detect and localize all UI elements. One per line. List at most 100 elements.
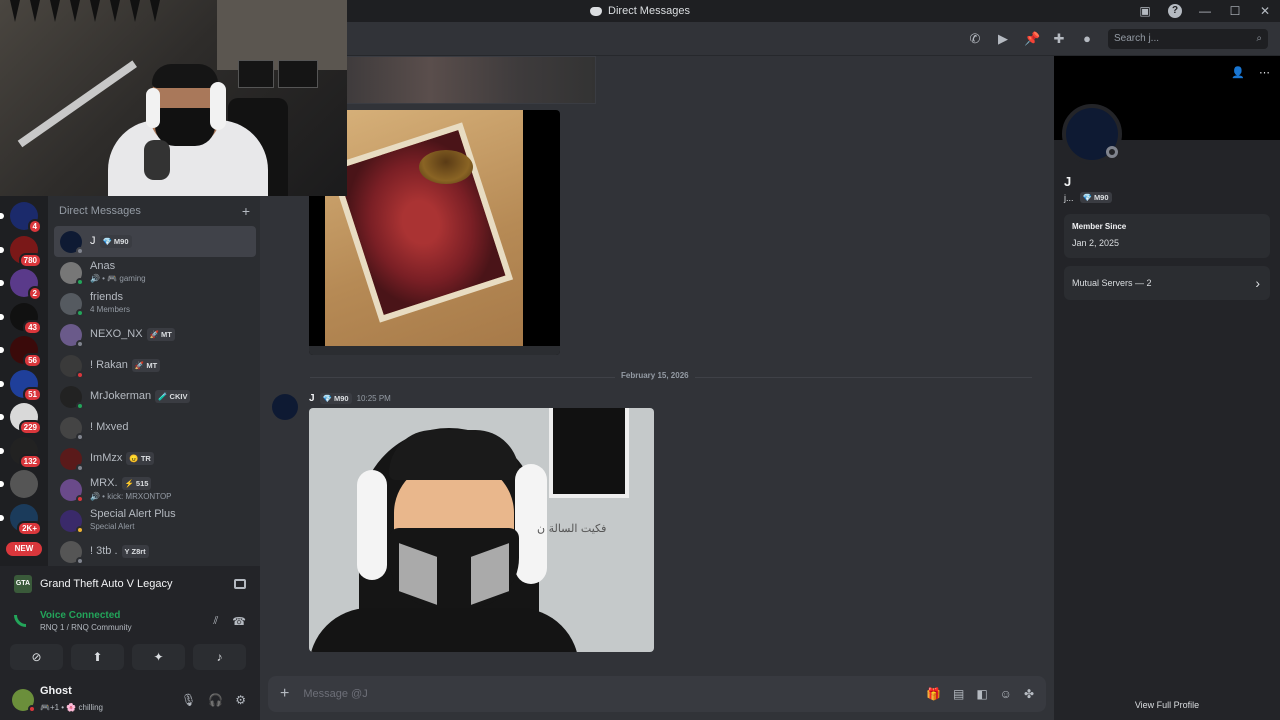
avatar (60, 323, 84, 348)
server-icon[interactable]: 132 (0, 436, 42, 469)
avatar (60, 478, 84, 503)
message-avatar[interactable] (272, 394, 298, 420)
dm-subtitle: 4 Members (90, 305, 131, 314)
avatar (60, 416, 84, 441)
activities-button[interactable]: ✦ (132, 644, 185, 670)
server-icon[interactable]: 2K+ (0, 503, 42, 536)
screen-share-button[interactable]: ⬆ (71, 644, 124, 670)
server-icon[interactable]: 4 (0, 202, 42, 234)
stream-icon[interactable] (234, 579, 246, 589)
more-options-icon[interactable]: ⋯ (1259, 66, 1270, 79)
unread-indicator (0, 313, 4, 320)
dm-header: Direct Messages + (48, 196, 260, 226)
video-call-icon[interactable]: ▶ (996, 31, 1010, 47)
user-profile-icon[interactable]: ● (1080, 31, 1094, 46)
date-divider: February 15, 2026 (310, 371, 1032, 380)
status-dot (76, 308, 84, 317)
screen-share-icon[interactable]: ▣ (1130, 4, 1160, 18)
gif-icon[interactable]: ▤ (953, 687, 964, 701)
mutual-servers-button[interactable]: Mutual Servers — 2 › (1064, 266, 1270, 300)
dm-item[interactable]: ImMzx 😠 TR (54, 443, 256, 474)
maximize-button[interactable]: ☐ (1220, 4, 1250, 18)
headphones-icon[interactable]: 🎧 (208, 693, 223, 707)
server-icon[interactable]: 780 (0, 235, 42, 268)
window-title: Direct Messages (590, 5, 690, 17)
soundboard-button[interactable]: ♪ (193, 644, 246, 670)
dm-item[interactable]: Anas 🔊 • 🎮 gaming (54, 257, 256, 288)
gift-icon[interactable]: 🎁 (926, 687, 941, 701)
gear-icon[interactable]: ⚙ (235, 693, 246, 707)
image-attachment-portrait[interactable]: فكيت السالة ن (309, 408, 654, 652)
server-icon[interactable]: 43 (0, 302, 42, 335)
search-input[interactable]: Search j... ⌕ (1108, 28, 1268, 49)
dm-item[interactable]: NEXO_NX 🚀 MT (54, 319, 256, 350)
window-title-text: Direct Messages (608, 5, 690, 17)
disconnect-icon[interactable]: ☎ (232, 615, 246, 628)
profile-tag: 💎 M90 (1079, 192, 1112, 203)
user-avatar[interactable] (12, 689, 36, 713)
message-header: J 💎 M90 10:25 PM (309, 393, 391, 404)
add-friends-icon[interactable]: ✚ (1052, 31, 1066, 47)
image-attachment-top[interactable] (340, 56, 596, 104)
emoji-icon[interactable]: ☺ (1000, 687, 1012, 701)
dm-item[interactable]: ! Mxved (54, 412, 256, 443)
server-icon[interactable]: 229 (0, 403, 42, 435)
chat-toolbar: ✆ ▶ 📌 ✚ ● Search j... ⌕ (347, 22, 1280, 56)
new-pill[interactable]: NEW (6, 542, 42, 556)
voice-channel[interactable]: RNQ 1 / RNQ Community (40, 623, 132, 632)
voice-call-icon[interactable]: ✆ (968, 31, 982, 47)
server-icon[interactable]: 51 (0, 369, 42, 402)
help-icon[interactable]: ? (1168, 4, 1182, 18)
dm-item[interactable]: J 💎 M90 (54, 226, 256, 257)
unread-indicator (0, 213, 4, 219)
profile-status-dot (1106, 146, 1118, 158)
dm-item[interactable]: MRX. ⚡ 515 🔊 • kick: MRXONTOP (54, 474, 256, 505)
dm-item[interactable]: MrJokerman 🧪 CKIV (54, 381, 256, 412)
dm-item[interactable]: friends 4 Members (54, 288, 256, 319)
create-dm-button[interactable]: + (242, 203, 250, 219)
minimize-button[interactable]: — (1190, 4, 1220, 18)
unread-indicator (0, 514, 4, 521)
dm-name: ImMzx (90, 452, 123, 464)
status-dot (76, 246, 84, 255)
profile-panel: 👤 ⋯ J j... 💎 M90 Member Since Jan 2, 202… (1054, 56, 1280, 720)
avatar (60, 292, 84, 317)
dm-subtitle: 🔊 • kick: MRXONTOP (90, 492, 172, 501)
unread-indicator (0, 380, 4, 387)
user-panel: Ghost 🎮+1 • 🌸 chilling 🎙 🎧 ⚙ (0, 680, 260, 720)
dm-item[interactable]: ! Rakan 🚀 MT (54, 350, 256, 381)
noise-suppression-icon[interactable]: ⫽ (213, 615, 218, 628)
clan-tag: 🚀 MT (146, 328, 175, 341)
composer-placeholder: Message @J (303, 688, 368, 700)
dm-item[interactable]: ! 3tb .Y Z8rt (54, 536, 256, 566)
pin-icon[interactable]: 📌 (1024, 31, 1040, 47)
clan-tag: 🧪 CKIV (155, 390, 191, 403)
game-activity[interactable]: GTA Grand Theft Auto V Legacy (0, 566, 260, 602)
microphone-icon[interactable]: 🎙 (181, 693, 196, 707)
mention-badge: 4 (27, 219, 42, 234)
sticker-icon[interactable]: ◧ (976, 687, 987, 701)
dm-item[interactable]: Special Alert Plus Special Alert (54, 505, 256, 536)
signal-icon[interactable] (14, 615, 26, 627)
dm-name: MRX. (90, 477, 118, 489)
clan-tag: ⚡ 515 (121, 477, 152, 490)
mention-badge: 43 (23, 319, 42, 335)
voice-connected: Voice Connected RNQ 1 / RNQ Community ⫽ … (0, 602, 260, 640)
apps-icon[interactable]: ✤ (1024, 687, 1034, 701)
avatar (60, 261, 84, 286)
dm-name: J (90, 235, 96, 247)
close-button[interactable]: ✕ (1250, 4, 1280, 18)
profile-avatar[interactable] (1062, 104, 1122, 164)
view-full-profile-link[interactable]: View Full Profile (1054, 700, 1280, 710)
message-composer[interactable]: + Message @J 🎁 ▤ ◧ ☺ ✤ (268, 676, 1046, 712)
message-timestamp: 10:25 PM (356, 394, 391, 403)
server-icon[interactable] (0, 470, 38, 498)
add-friend-icon[interactable]: 👤 (1231, 66, 1245, 79)
attach-plus-icon[interactable]: + (280, 685, 289, 703)
mention-badge: 780 (18, 252, 42, 268)
server-icon[interactable]: 56 (0, 336, 42, 368)
message-author[interactable]: J (309, 393, 315, 404)
server-icon[interactable]: 2 (0, 269, 42, 301)
camera-off-button[interactable]: ⊘ (10, 644, 63, 670)
mention-badge: 132 (18, 453, 42, 469)
